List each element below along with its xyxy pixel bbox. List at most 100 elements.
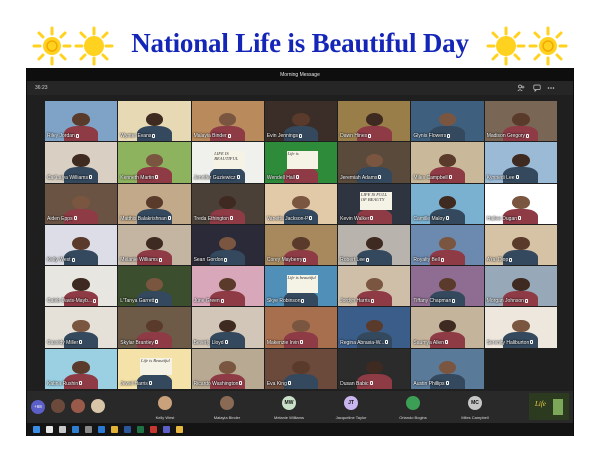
video-tile[interactable]: Makenzie Irvin [264,307,338,348]
video-tile[interactable]: Corey Mayberry [264,224,338,266]
mic-muted-icon [236,175,240,180]
video-tile[interactable]: Vanetta Jackson-P [264,183,338,224]
strip-participant[interactable]: MC Miles Campbell [447,393,503,421]
video-tile[interactable]: Serenity Haliburton [484,307,557,348]
video-tile[interactable]: Madison Gregory [484,101,557,142]
more-icon[interactable] [547,84,555,92]
strip-participant[interactable]: MW Melanie Williams [261,393,317,421]
word-icon[interactable] [124,426,131,433]
store-icon[interactable] [85,426,92,433]
participant-name-tag: Tiffany Chapman [413,298,456,304]
video-tile[interactable]: Royalty Bell [411,224,484,266]
participant-name-tag: Treda Ethington [194,216,233,222]
video-tile[interactable]: Treda Ethington [191,183,264,224]
chrome-icon[interactable] [111,426,118,433]
video-tile[interactable]: A'rai Diop [484,224,557,266]
video-tile[interactable]: Hailee Dugan [484,183,557,224]
video-tile[interactable]: Regina Abrasia-W... [338,307,411,348]
mic-muted-icon [445,216,449,221]
video-tile[interactable]: Matthis Balakrishnan [118,183,191,224]
video-tile[interactable]: Aiden Epps [45,183,118,224]
video-tile[interactable] [484,348,557,389]
participant-name-tag: Matthis Balakrishnan [120,216,171,222]
acrobat-icon[interactable] [150,426,157,433]
edge-icon[interactable] [72,426,79,433]
mail-icon[interactable] [98,426,105,433]
video-tile[interactable]: Dawn Hines [338,101,411,142]
video-tile[interactable]: Malayia Binder [191,101,264,142]
strip-participant[interactable]: JT Jacqueline Taylor [323,393,379,421]
participant-silhouette [145,195,164,209]
participant-name-tag: Beverly Lloyd [194,340,228,346]
participant-name-tag: Melanie Williams [120,257,162,263]
video-tile[interactable]: Ricardo Washington [191,348,264,389]
participant-name-tag: Wendell Hall [267,175,299,181]
video-tile[interactable]: Melanie Williams [118,224,191,266]
video-tile[interactable]: Cassidy Miller [45,307,118,348]
mic-muted-icon [71,257,75,262]
search-icon[interactable] [46,426,53,433]
video-tile[interactable]: Kelly West [45,224,118,266]
video-tile[interactable]: Kenneth Martin [118,142,191,183]
video-tile[interactable]: Kynnedi Lee [484,142,557,183]
video-tile[interactable]: June Green [191,266,264,307]
participant-name: Cassidy Miller [47,339,79,346]
video-tile[interactable]: Austin Phillips [411,348,484,389]
video-tile[interactable]: Katina Rushin [45,348,118,389]
participant-name: Skylar Brantley [120,339,154,346]
strip-participant-name: Malayia Binder [213,415,241,420]
participant-name: Wynter Evans [120,133,152,140]
video-tile[interactable]: Miles Campbell [411,142,484,183]
teams-icon[interactable] [163,426,170,433]
video-tile[interactable]: Skylar Brantley [118,307,191,348]
mic-muted-icon [369,381,373,386]
video-tile[interactable]: Wynter Evans [118,101,191,142]
participant-silhouette [72,360,90,374]
video-tile[interactable]: Jordyn Harris [338,266,411,307]
video-grid: Riley Jordan Wynter Evans Malayia Binder Ev… [45,101,557,389]
video-tile[interactable]: Caleb Davis-Mayb... [45,266,118,307]
video-tile[interactable]: Glynis Flowers [411,101,484,142]
chat-icon[interactable] [533,84,541,92]
more-participants-badge[interactable]: +68 [31,400,45,414]
task-view-icon[interactable] [59,426,66,433]
video-tile[interactable]: Car'Laiya Williams [45,142,118,183]
people-icon[interactable] [517,84,525,92]
strip-participant[interactable]: Kelly West [137,393,193,421]
video-tile[interactable]: Life is beautiful Skye Robinson [264,266,338,307]
participant-name-tag: Serenity Haliburton [487,340,534,346]
video-tile[interactable]: Eva King [264,348,338,389]
participant-silhouette [145,319,164,333]
participant-name-tag: Dawn Hines [340,133,372,139]
windows-icon[interactable] [33,426,40,433]
video-tile[interactable]: Evin Jennings [264,101,338,142]
video-tile[interactable]: Saumya Allen [411,307,484,348]
video-tile[interactable]: Jeremiah Adams [338,142,411,183]
video-tile[interactable]: Tiffany Chapman [411,266,484,307]
video-tile[interactable]: Beverly Lloyd [191,307,264,348]
file-explorer-icon[interactable] [176,426,183,433]
strip-participant-name: Miles Campbell [461,415,489,420]
video-tile[interactable]: Robert Lee [338,224,411,266]
strip-participant[interactable]: Orlando Bogins [385,393,441,421]
video-tile[interactable]: Sean Gordon [191,224,264,266]
video-tile[interactable]: Morgan Johnson [484,266,557,307]
mic-muted-icon [530,340,534,345]
video-tile[interactable]: Life is Wendell Hall [264,142,338,183]
strip-participant[interactable]: Malayia Binder [199,393,255,421]
participant-name-tag: Camille Maloy [413,216,449,222]
video-tile[interactable]: LIFE IS BEAUTIFUL Jennifer Guziewicz [191,142,264,183]
video-tile[interactable]: Riley Jordan [45,101,118,142]
participant-name-tag: Caleb Davis-Mayb... [47,298,97,304]
excel-icon[interactable] [137,426,144,433]
participant-name: Corey Mayberry [266,257,303,264]
avatar: MC [468,396,482,410]
mic-muted-icon [303,257,307,262]
video-tile[interactable]: Camille Maloy [411,183,484,224]
video-tile[interactable]: Life is Beautiful Jewel Harris [118,348,191,389]
participant-name: Miles Campbell [413,174,448,181]
video-tile[interactable]: LIFE IS FULL OF BEAUTY Kevin Walker [338,183,411,224]
participant-name-tag: Cassidy Miller [47,339,83,346]
video-tile[interactable]: L'Tanya Garrett [118,266,191,307]
video-tile[interactable]: Dusan Babic [338,348,411,389]
